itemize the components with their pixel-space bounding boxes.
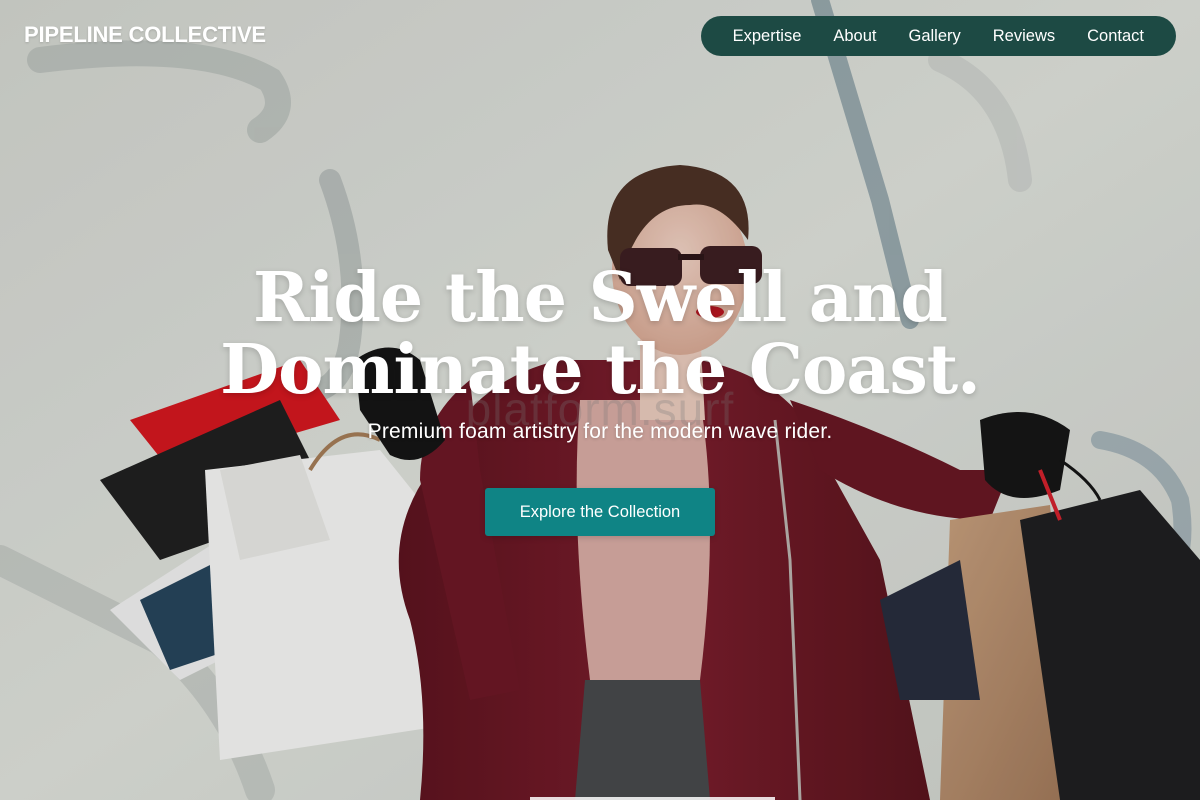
nav-item-reviews[interactable]: Reviews xyxy=(977,27,1071,46)
main-navigation: Expertise About Gallery Reviews Contact xyxy=(700,16,1176,56)
hero-title: Ride the Swell and Dominate the Coast. xyxy=(0,262,1200,406)
hero-subtitle: Premium foam artistry for the modern wav… xyxy=(367,420,833,443)
nav-item-about[interactable]: About xyxy=(817,27,892,46)
hero-title-line-2: Dominate the Coast. xyxy=(220,330,981,410)
nav-item-expertise[interactable]: Expertise xyxy=(717,27,818,46)
nav-item-gallery[interactable]: Gallery xyxy=(893,27,977,46)
brand-logo-text[interactable]: PIPELINE COLLECTIVE xyxy=(24,22,266,48)
hero-content: Ride the Swell and Dominate the Coast. P… xyxy=(0,262,1200,444)
nav-item-contact[interactable]: Contact xyxy=(1071,27,1160,46)
explore-collection-button[interactable]: Explore the Collection xyxy=(485,488,715,536)
hero-title-line-1: Ride the Swell and xyxy=(253,258,948,338)
